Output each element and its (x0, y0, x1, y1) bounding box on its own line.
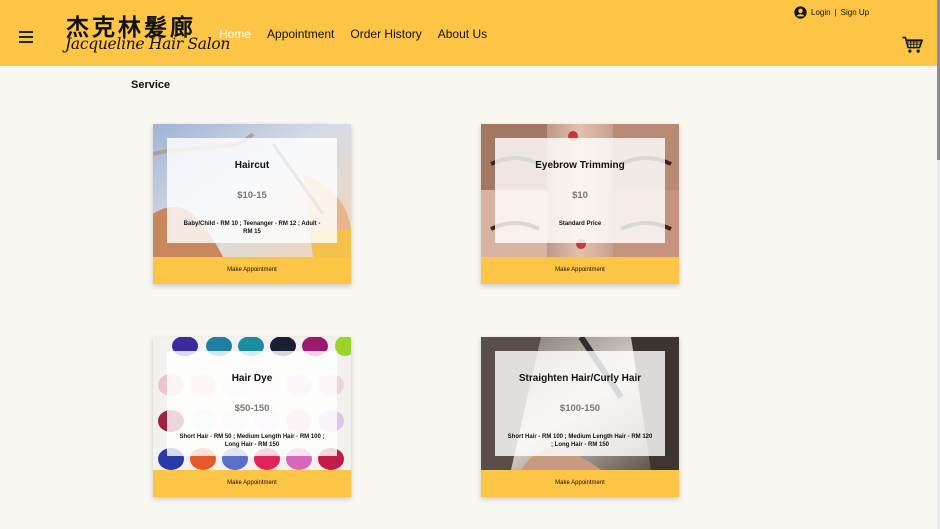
service-price: $10-15 (237, 190, 267, 201)
service-title: Eyebrow Trimming (535, 160, 625, 171)
service-card-hair-dye: Hair Dye $50-150 Short Hair - RM 50 ; Me… (153, 337, 351, 497)
nav-link-home[interactable]: Home (219, 27, 251, 43)
service-title: Hair Dye (231, 373, 273, 384)
make-appointment-button[interactable]: Make Appointment (153, 470, 351, 497)
service-price: $50-150 (234, 403, 270, 414)
make-appointment-button[interactable]: Make Appointment (153, 257, 351, 284)
nav-link-order-history[interactable]: Order History (350, 27, 421, 43)
service-description: Standard Price (558, 221, 602, 227)
salon-logo[interactable]: 杰克林髮廊 Jacqueline Hair Salon (62, 6, 230, 58)
service-description: Short Hair - RM 100 ; Medium Length Hair… (507, 434, 653, 448)
login-link[interactable]: Login (811, 8, 831, 17)
auth-links: Login | Sign Up (794, 6, 869, 19)
service-card-straighten-curly-hair: Straighten Hair/Curly Hair $100-150 Shor… (481, 337, 679, 497)
service-price: $100-150 (559, 403, 601, 414)
make-appointment-button[interactable]: Make Appointment (481, 257, 679, 284)
nav-link-about-us[interactable]: About Us (438, 27, 487, 43)
service-card-eyebrow-trimming: Eyebrow Trimming $10 Standard Price Make… (481, 124, 679, 284)
service-title: Straighten Hair/Curly Hair (518, 373, 642, 384)
service-card-haircut: Haircut $10-15 Baby/Child - RM 10 ; Teen… (153, 124, 351, 284)
nav-link-appointment[interactable]: Appointment (267, 27, 334, 43)
service-info-overlay: Hair Dye $50-150 Short Hair - RM 50 ; Me… (167, 351, 337, 456)
service-price: $10 (572, 190, 588, 201)
shopping-cart-icon[interactable] (902, 36, 923, 54)
section-title: Service (131, 79, 171, 91)
hamburger-menu-icon[interactable] (19, 31, 33, 43)
logo-english-text: Jacqueline Hair Salon (65, 35, 231, 53)
service-description: Baby/Child - RM 10 ; Teenanger - RM 12 ;… (183, 221, 321, 235)
top-navbar: 杰克林髮廊 Jacqueline Hair Salon Home Appoint… (0, 0, 937, 66)
main-navigation: Home Appointment Order History About Us (219, 27, 503, 43)
service-title: Haircut (234, 160, 270, 171)
service-description: Short Hair - RM 50 ; Medium Length Hair … (179, 434, 325, 448)
service-info-overlay: Haircut $10-15 Baby/Child - RM 10 ; Teen… (167, 138, 337, 243)
signup-link[interactable]: Sign Up (841, 8, 869, 17)
service-info-overlay: Straighten Hair/Curly Hair $100-150 Shor… (495, 351, 665, 456)
auth-separator: | (834, 8, 837, 17)
user-circle-icon[interactable] (794, 6, 807, 19)
service-info-overlay: Eyebrow Trimming $10 Standard Price (495, 138, 665, 243)
make-appointment-button[interactable]: Make Appointment (481, 470, 679, 497)
